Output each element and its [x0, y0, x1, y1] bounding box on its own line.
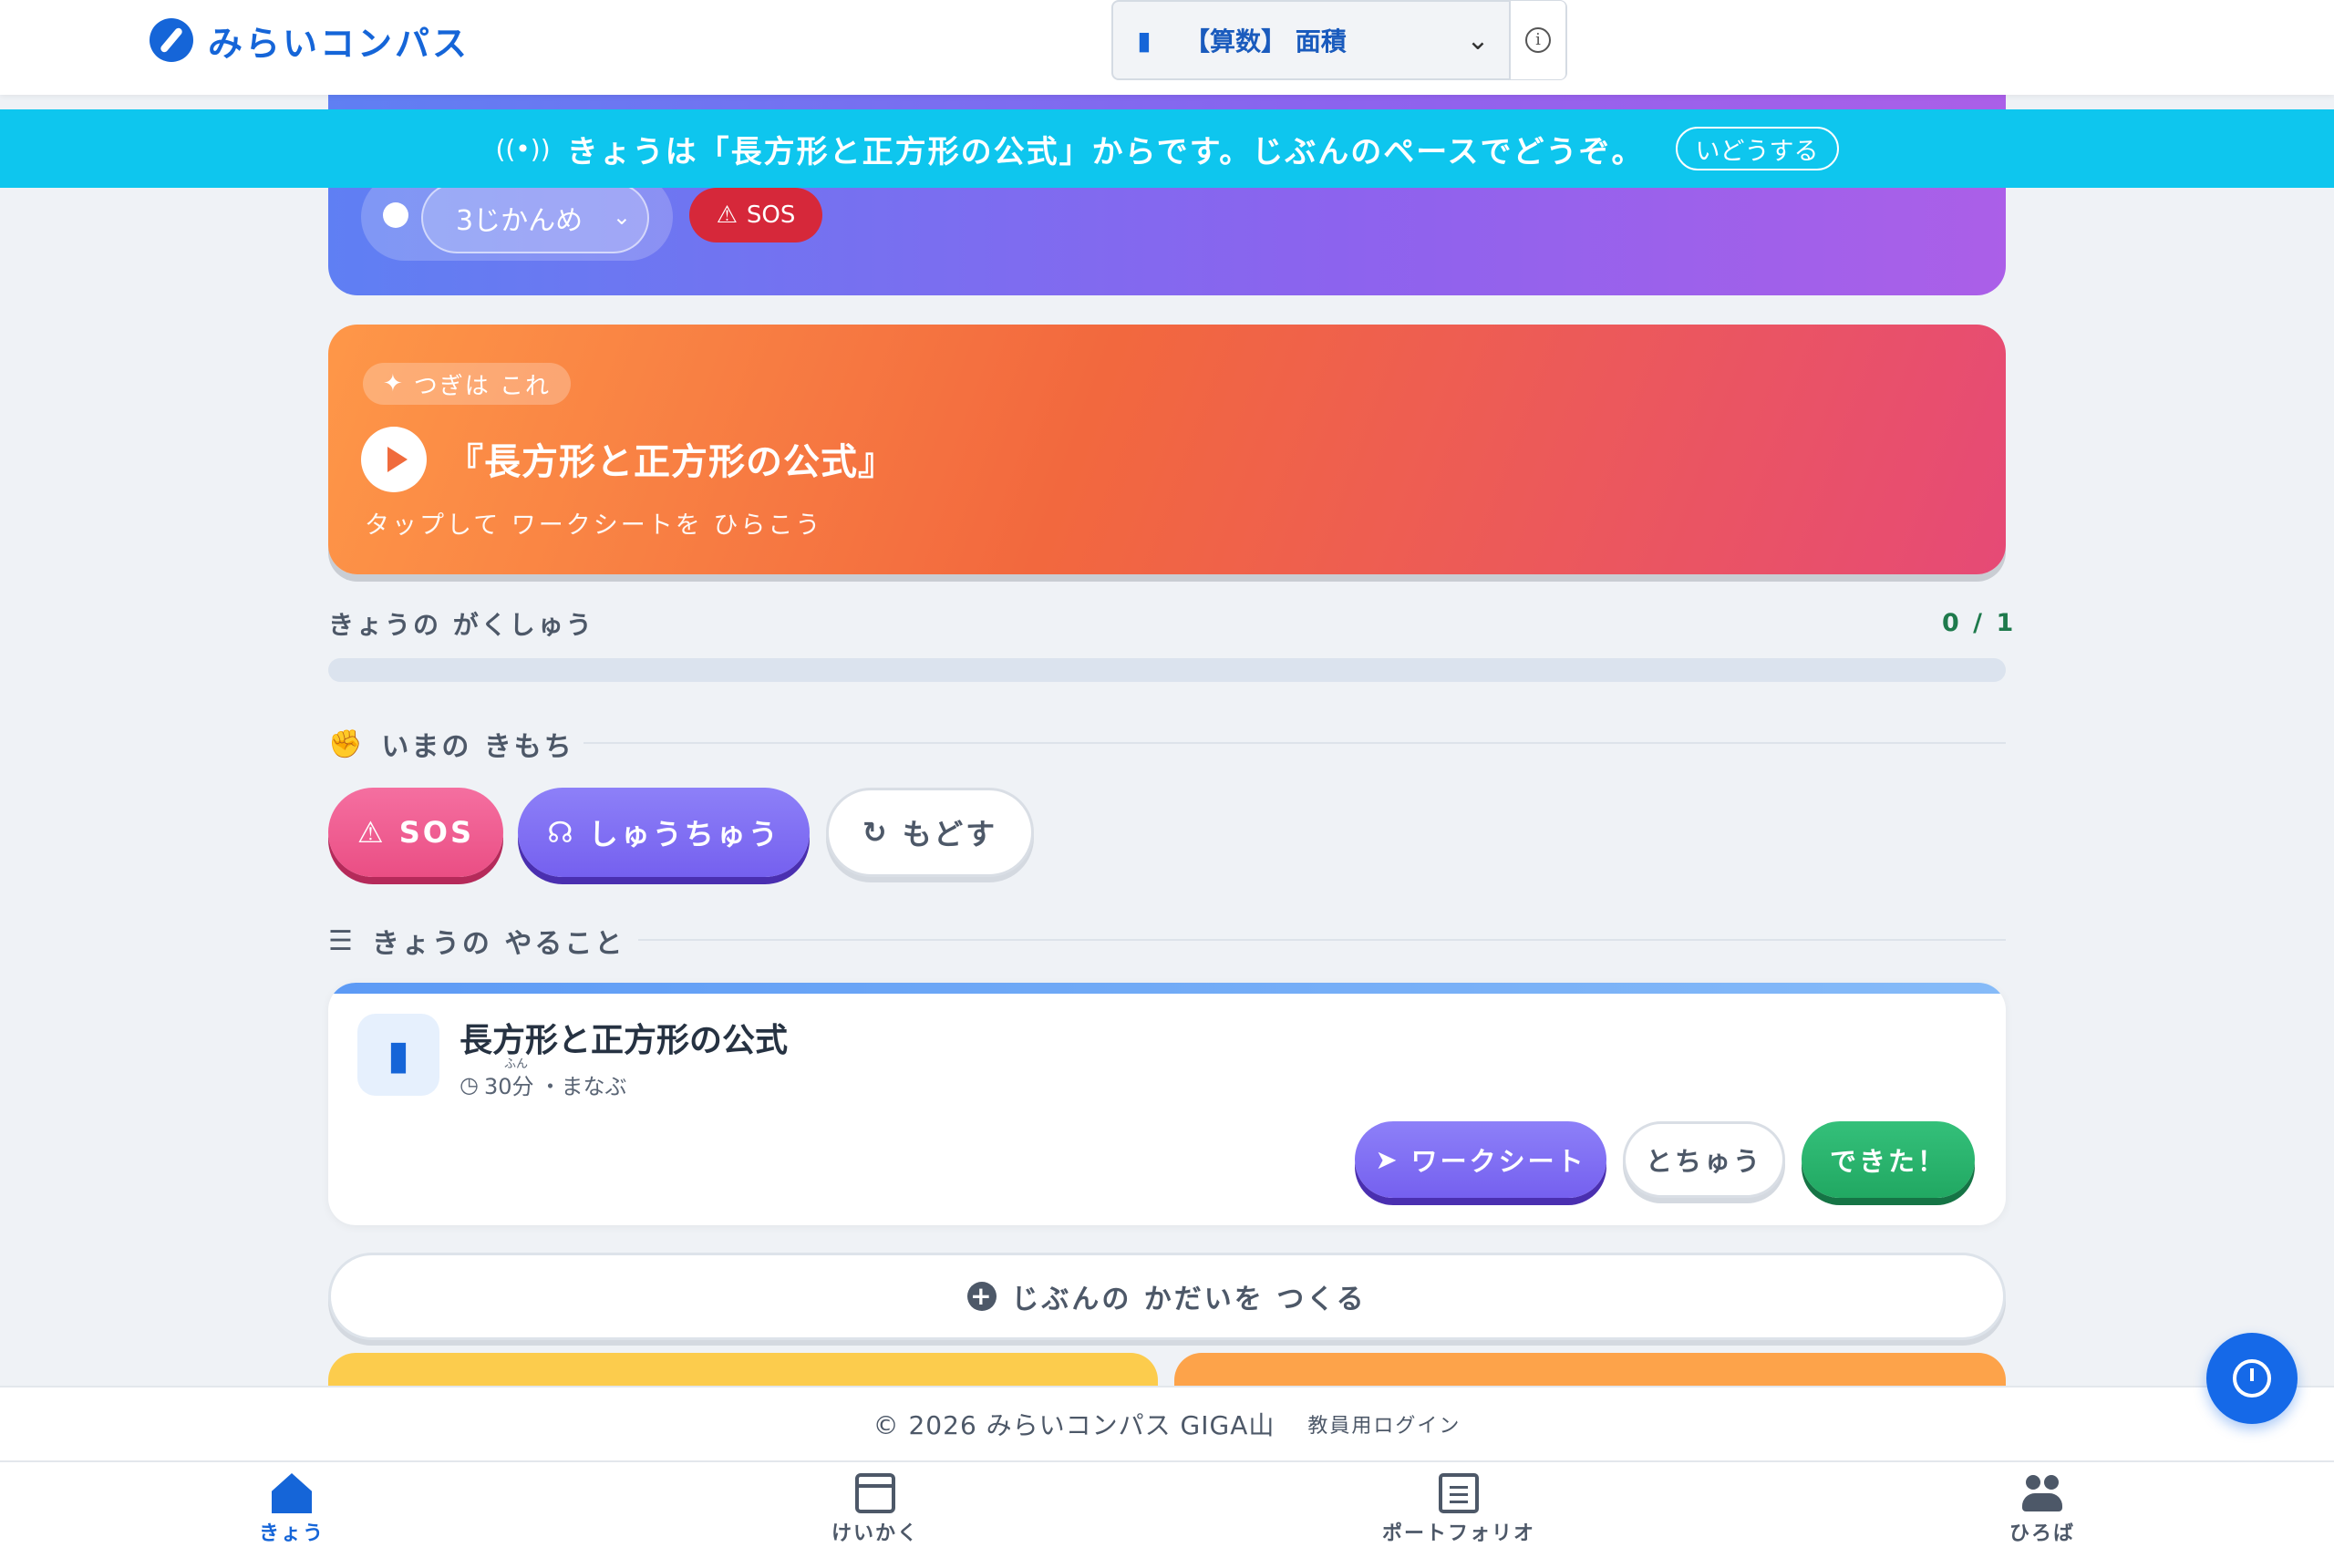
warning-icon: ⚠	[716, 201, 738, 229]
create-task-label: じぶんの かだいを つくる	[1011, 1284, 1367, 1315]
nav-label: ポートフォリオ	[1381, 1522, 1535, 1545]
mood-heading-label: いまの きもち	[381, 731, 574, 763]
next-chip: ✦ つぎは これ	[363, 363, 572, 405]
plus-icon: +	[967, 1282, 997, 1311]
broadcast-icon: ((•))	[495, 133, 551, 164]
mood-heading: ✊ いまの きもち	[328, 726, 574, 764]
timer-icon	[2233, 1359, 2271, 1398]
headphones-icon: ☊	[547, 815, 576, 850]
task-duration: ふん 30分	[483, 1057, 534, 1100]
copyright: © 2026 みらいコンパス GIGA山	[873, 1410, 1275, 1440]
clock-icon: ◷	[460, 1071, 479, 1098]
nav-item-portfolio[interactable]: ポートフォリオ	[1368, 1473, 1550, 1546]
notebook-icon	[1439, 1473, 1479, 1513]
rocket-icon: ➤	[1375, 1144, 1400, 1175]
task-accent-bar	[328, 983, 2006, 994]
mood-reset-label: もどす	[902, 817, 998, 851]
info-icon: i	[1525, 27, 1551, 53]
sparkle-icon: ✦	[383, 370, 405, 397]
mood-focus-button[interactable]: ☊ しゅうちゅう	[518, 788, 810, 877]
worksheet-label: ワークシート	[1410, 1146, 1586, 1177]
announcement-banner: ((•)) きょうは「長方形と正方形の公式」からです。じぶんのペースでどうぞ。 …	[0, 109, 2334, 188]
next-task-subtitle: タップして ワークシートを ひらこう	[365, 511, 823, 540]
mood-focus-label: しゅうちゅう	[588, 817, 780, 851]
progress-label: きょうの がくしゅう	[328, 610, 594, 640]
subject-selector[interactable]: ▮ 【算数】 面積 ⌄ i	[1111, 0, 1567, 80]
teacher-login-link[interactable]: 教員用ログイン	[1307, 1409, 1461, 1439]
nav-label: きょう	[258, 1522, 325, 1545]
nav-label: ひろば	[2009, 1522, 2075, 1545]
subject-label: 【算数】 面積	[1184, 26, 1347, 57]
task-type: ・まなぶ	[539, 1074, 627, 1099]
done-button[interactable]: できた！	[1802, 1121, 1975, 1198]
next-task-title: 『長方形と正方形の公式』	[447, 441, 895, 483]
task-meta: ◷ ふん 30分 ・まなぶ	[460, 1057, 627, 1100]
calendar-icon	[855, 1473, 895, 1513]
timer-button[interactable]	[2206, 1333, 2298, 1424]
top-bar: みらいコンパス ▮ 【算数】 面積 ⌄ i	[0, 0, 2334, 95]
mood-sos-label: SOS	[398, 815, 474, 850]
nav-item-today[interactable]: きょう	[201, 1473, 383, 1546]
nav-item-plaza[interactable]: ひろば	[1951, 1473, 2133, 1546]
footer: © 2026 みらいコンパス GIGA山 教員用ログイン	[0, 1386, 2334, 1460]
progress-bar	[328, 658, 2006, 682]
reset-icon: ↻	[862, 815, 890, 850]
nav-item-plan[interactable]: けいかく	[784, 1473, 966, 1546]
go-button[interactable]: いどうする	[1675, 127, 1839, 170]
todo-heading: ☰ きょうの やること	[328, 923, 625, 961]
task-card: ▮ 長方形と正方形の公式 ◷ ふん 30分 ・まなぶ ➤ ワークシート とちゅう…	[328, 983, 2006, 1225]
app-logo[interactable]: みらいコンパス	[150, 16, 470, 64]
todo-heading-label: きょうの やること	[371, 928, 625, 960]
mood-sos-button[interactable]: ⚠ SOS	[328, 788, 503, 877]
book-icon: ▮	[357, 1014, 439, 1096]
sos-button-top[interactable]: ⚠ SOS	[689, 188, 822, 242]
next-task-card[interactable]: ✦ つぎは これ 『長方形と正方形の公式』 タップして ワークシートを ひらこう	[328, 325, 2006, 574]
warning-icon: ⚠	[357, 815, 387, 850]
sos-label: SOS	[746, 201, 796, 229]
app-name: みらいコンパス	[208, 23, 470, 64]
period-select[interactable]: 3じかんめ ⌄	[421, 182, 649, 253]
bottom-nav: きょう けいかく ポートフォリオ ひろば	[0, 1460, 2334, 1568]
play-icon[interactable]	[361, 427, 427, 492]
mood-reset-button[interactable]: ↻ もどす	[826, 788, 1034, 877]
worksheet-button[interactable]: ➤ ワークシート	[1355, 1121, 1606, 1198]
progress-count: 0 / 1	[1942, 609, 2017, 637]
info-button[interactable]: i	[1509, 1, 1565, 79]
chevron-down-icon: ⌄	[1466, 24, 1490, 57]
people-icon	[2022, 1473, 2062, 1513]
period-label: 3じかんめ	[456, 205, 584, 237]
clock-icon	[383, 202, 408, 228]
duration-ruby: ふん	[503, 1057, 528, 1071]
chevron-down-icon: ⌄	[612, 204, 631, 230]
next-chip-label: つぎは これ	[413, 372, 552, 400]
todo-divider	[638, 939, 2006, 941]
duration-label: 30分	[483, 1074, 534, 1099]
book-icon: ▮	[1137, 25, 1152, 56]
mood-divider	[584, 742, 2006, 744]
home-icon	[272, 1473, 312, 1513]
nav-label: けいかく	[831, 1522, 919, 1545]
create-task-button[interactable]: + じぶんの かだいを つくる	[328, 1253, 2006, 1340]
compass-icon	[150, 18, 193, 62]
checklist-icon: ☰	[328, 924, 356, 957]
thumbs-up-icon: ✊	[328, 727, 366, 760]
banner-message: きょうは「長方形と正方形の公式」からです。じぶんのペースでどうぞ。	[566, 133, 1645, 170]
midway-button[interactable]: とちゅう	[1623, 1121, 1785, 1198]
